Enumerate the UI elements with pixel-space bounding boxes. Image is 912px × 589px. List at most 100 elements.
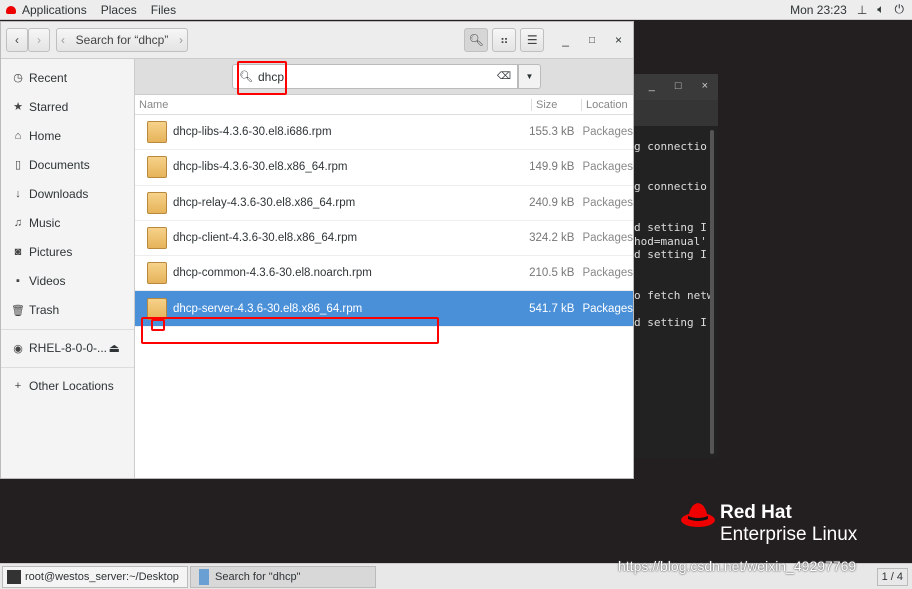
file-row[interactable]: dhcp-client-4.3.6-30.el8.x86_64.rpm 324.2… xyxy=(135,221,633,257)
package-icon xyxy=(147,121,167,144)
logo-text-rhel: Enterprise Linux xyxy=(720,524,858,545)
sidebar-item-label: Other Locations xyxy=(29,379,114,394)
sidebar-item-videos[interactable]: ▪ Videos xyxy=(1,267,134,296)
sidebar-item-label: Starred xyxy=(29,99,69,114)
home-icon: ⌂ xyxy=(14,129,22,142)
sidebar-item-label: Downloads xyxy=(29,186,89,201)
file-row[interactable]: dhcp-common-4.3.6-30.el8.noarch.rpm 210.5… xyxy=(135,256,633,292)
grid-view-button[interactable]: ⠶ xyxy=(492,28,517,52)
sidebar-item-recent[interactable]: ◷ Recent xyxy=(1,63,134,92)
sidebar-item-pictures[interactable]: ◙ Pictures xyxy=(1,238,134,267)
clock-icon: ◷ xyxy=(13,72,23,85)
sidebar-divider xyxy=(1,366,134,368)
search-toggle-button[interactable]: 🔍︎ xyxy=(464,28,489,52)
path-left-arrow-icon[interactable]: ‹ xyxy=(61,33,65,47)
logo-text-redhat: Red Hat xyxy=(720,502,792,523)
files-icon xyxy=(199,568,209,585)
file-size: 324.2 kB xyxy=(529,232,575,245)
trash-icon: 🗑︎ xyxy=(11,304,25,317)
file-location: Packages xyxy=(582,267,633,280)
file-location: Packages xyxy=(582,161,633,174)
volume-icon[interactable]: 🔈︎ xyxy=(877,2,884,17)
camera-icon: ◙ xyxy=(14,246,22,259)
column-location[interactable]: Location xyxy=(582,99,628,111)
terminal-icon xyxy=(7,569,21,584)
package-icon xyxy=(147,262,167,285)
maximize-button[interactable]: □ xyxy=(589,35,595,46)
sidebar-item-label: Recent xyxy=(29,70,68,85)
file-size: 155.3 kB xyxy=(529,126,575,139)
taskbar-terminal[interactable]: root@westos_server:~/Desktop xyxy=(2,565,188,588)
sidebar-item-starred[interactable]: ★ Starred xyxy=(1,92,134,121)
taskbar-files[interactable]: Search for "dhcp" xyxy=(190,565,376,588)
search-bar: 🔍︎ dhcp ⌫ ▼ xyxy=(135,59,633,95)
file-row[interactable]: dhcp-relay-4.3.6-30.el8.x86_64.rpm 240.9 … xyxy=(135,186,633,221)
file-name-cell: dhcp-libs-4.3.6-30.el8.i686.rpm xyxy=(135,121,525,144)
network-icon[interactable]: ⊥ xyxy=(857,3,867,17)
sidebar-item-other-locations[interactable]: + Other Locations xyxy=(1,372,134,401)
maximize-icon[interactable]: □ xyxy=(675,80,682,94)
terminal-line: d setting I xyxy=(634,316,707,330)
sidebar-item-downloads[interactable]: ↓ Downloads xyxy=(1,179,134,208)
file-size: 149.9 kB xyxy=(529,161,575,174)
document-icon: ▯ xyxy=(14,159,22,172)
column-headers: Name Size Location xyxy=(135,95,633,115)
file-name: dhcp-libs-4.3.6-30.el8.i686.rpm xyxy=(173,126,332,139)
sidebar-item-home[interactable]: ⌂ Home xyxy=(1,121,134,150)
forward-button[interactable]: › xyxy=(28,28,50,52)
sidebar-item-label: Home xyxy=(29,128,62,143)
path-right-arrow-icon[interactable]: › xyxy=(179,33,183,47)
music-icon: ♫ xyxy=(13,217,23,230)
power-icon[interactable]: ⏻ xyxy=(895,2,905,17)
eject-icon[interactable]: ⏏ xyxy=(109,341,120,355)
menu-button[interactable]: ☰ xyxy=(520,28,545,52)
file-name: dhcp-libs-4.3.6-30.el8.x86_64.rpm xyxy=(173,161,348,174)
path-bar[interactable]: ‹ Search for “dhcp” › xyxy=(56,28,188,52)
terminal-scrollbar[interactable] xyxy=(710,130,714,454)
sidebar: ◷ Recent ★ Starred ⌂ Home ▯ Documents ↓ Downl… xyxy=(1,59,135,478)
terminal-line: g connectio xyxy=(634,139,707,153)
close-icon[interactable]: × xyxy=(702,80,708,94)
clear-icon[interactable]: ⌫ xyxy=(497,71,511,82)
sidebar-item-music[interactable]: ♫ Music xyxy=(1,208,134,237)
download-icon: ↓ xyxy=(15,187,21,200)
column-size[interactable]: Size xyxy=(532,98,582,111)
file-row[interactable]: dhcp-libs-4.3.6-30.el8.i686.rpm 155.3 kB P… xyxy=(135,115,633,151)
file-location: Packages xyxy=(582,302,633,315)
annotation-highlight xyxy=(237,61,287,95)
package-icon xyxy=(147,191,167,214)
search-options-dropdown[interactable]: ▼ xyxy=(518,64,541,89)
file-location: Packages xyxy=(582,196,633,209)
file-location: Packages xyxy=(582,126,633,139)
minimize-button[interactable]: _ xyxy=(562,33,569,47)
file-row[interactable]: dhcp-libs-4.3.6-30.el8.x86_64.rpm 149.9 k… xyxy=(135,150,633,186)
file-size: 210.5 kB xyxy=(529,267,575,280)
files-window: ‹ › ‹ Search for “dhcp” › 🔍︎ ⠶ ☰ _ □ × ◷… xyxy=(0,21,634,479)
clock[interactable]: Mon 23:23 xyxy=(790,3,847,17)
minimize-icon[interactable]: _ xyxy=(649,80,655,94)
file-name: dhcp-server-4.3.6-30.el8.x86_64.rpm xyxy=(173,302,363,315)
path-current[interactable]: Search for “dhcp” xyxy=(76,33,169,47)
back-button[interactable]: ‹ xyxy=(6,28,28,52)
places-menu[interactable]: Places xyxy=(101,3,137,17)
sidebar-item-trash[interactable]: 🗑︎ Trash xyxy=(1,296,134,325)
files-menu[interactable]: Files xyxy=(151,3,176,17)
sidebar-item-label: Videos xyxy=(29,274,66,289)
column-name[interactable]: Name xyxy=(135,98,532,111)
top-bar: Applications Places Files Mon 23:23 ⊥ 🔈︎… xyxy=(0,0,912,20)
star-icon: ★ xyxy=(13,101,23,114)
sidebar-item-label: Music xyxy=(29,216,61,231)
sidebar-item-device[interactable]: ◉ RHEL-8-0-0-... ⏏ xyxy=(1,334,134,363)
sidebar-item-documents[interactable]: ▯ Documents xyxy=(1,150,134,179)
sidebar-item-label: Trash xyxy=(29,303,60,318)
file-name-cell: dhcp-client-4.3.6-30.el8.x86_64.rpm xyxy=(135,227,525,250)
close-button[interactable]: × xyxy=(615,33,622,47)
workspace-indicator[interactable]: 1 / 4 xyxy=(876,567,908,586)
annotation-highlight xyxy=(141,317,439,344)
sidebar-item-label: Pictures xyxy=(29,245,73,260)
applications-menu[interactable]: Applications xyxy=(22,3,87,17)
file-size: 240.9 kB xyxy=(529,196,575,209)
